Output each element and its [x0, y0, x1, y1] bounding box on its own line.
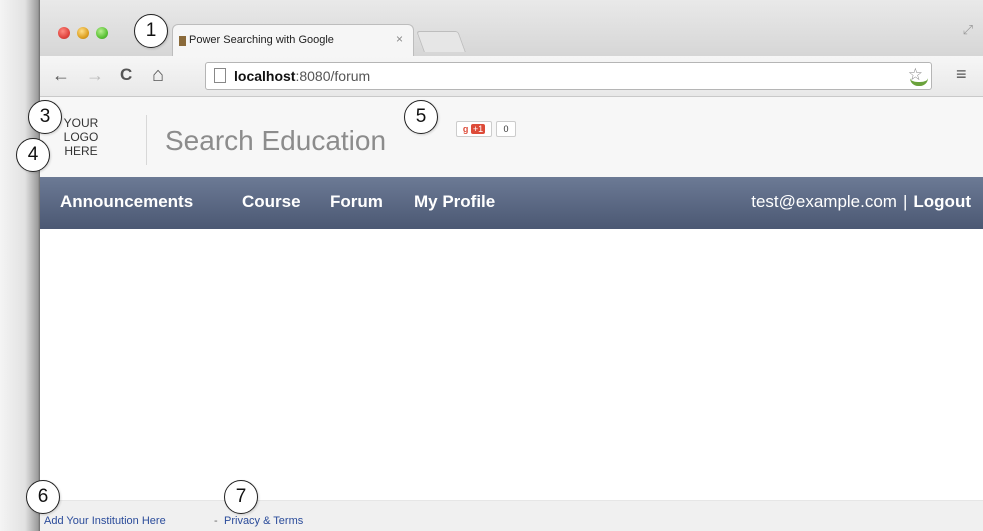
back-icon[interactable]: ← — [52, 63, 70, 87]
url-path: :8080/forum — [295, 68, 371, 84]
site-title: Search Education — [165, 125, 387, 156]
google-plus-icon: g — [462, 124, 469, 134]
extension-icon[interactable] — [910, 68, 928, 86]
page-icon — [214, 68, 226, 83]
browser-toolbar: ← → C ⌂ localhost:8080/forum ☆ ≡ — [40, 56, 983, 97]
logo-line: HERE — [64, 144, 98, 158]
header-divider — [146, 115, 147, 165]
nav-item-announcements[interactable]: Announcements — [60, 192, 193, 212]
favicon-icon — [179, 36, 186, 46]
close-window-button[interactable] — [58, 27, 70, 39]
new-tab-button[interactable] — [416, 31, 466, 52]
plus-one-count: 0 — [496, 121, 516, 137]
reload-icon[interactable]: C — [120, 63, 132, 87]
page-footer: Add Your Institution Here - Privacy & Te… — [40, 500, 983, 531]
page-header: YOUR LOGO HERE Search Education g +1 0 — [40, 97, 983, 177]
minimize-window-button[interactable] — [77, 27, 89, 39]
maximize-window-button[interactable] — [96, 27, 108, 39]
nav-item-course[interactable]: Course — [242, 192, 301, 212]
fullscreen-icon[interactable]: ⤢ — [963, 22, 973, 38]
logo-line: LOGO — [63, 130, 99, 144]
callout-5: 5 — [404, 100, 438, 134]
logout-link[interactable]: Logout — [913, 192, 971, 211]
tab-active[interactable]: Power Searching with Google × — [172, 24, 414, 57]
tab-close-icon[interactable]: × — [396, 32, 403, 46]
privacy-terms-link[interactable]: Privacy & Terms — [224, 515, 303, 527]
browser-window: Power Searching with Google × ⤢ ← → C ⌂ … — [40, 0, 983, 531]
nav-separator: | — [902, 192, 908, 211]
plus-one-label: +1 — [470, 124, 486, 134]
callout-6: 6 — [26, 480, 60, 514]
callout-7: 7 — [224, 480, 258, 514]
url-text: localhost:8080/forum — [234, 68, 370, 84]
google-plus-button[interactable]: g +1 — [456, 121, 492, 137]
address-bar[interactable]: localhost:8080/forum ☆ — [205, 62, 932, 90]
forward-icon[interactable]: → — [86, 63, 104, 87]
url-host: localhost — [234, 68, 296, 84]
callout-4: 4 — [16, 138, 50, 172]
footer-separator: - — [214, 515, 218, 527]
institution-link[interactable]: Add Your Institution Here — [44, 515, 166, 527]
nav-item-forum[interactable]: Forum — [330, 192, 383, 212]
nav-item-my-profile[interactable]: My Profile — [414, 192, 495, 212]
tab-bar: Power Searching with Google × ⤢ — [40, 0, 983, 57]
callout-3: 3 — [28, 100, 62, 134]
user-area: test@example.com | Logout — [751, 192, 971, 212]
callout-1: 1 — [134, 14, 168, 48]
window-shadow — [0, 0, 40, 531]
menu-icon[interactable]: ≡ — [956, 64, 967, 85]
user-email: test@example.com — [751, 192, 897, 211]
nav-bar: Announcements Course Forum My Profile te… — [40, 177, 983, 229]
tab-title: Power Searching with Google — [189, 34, 334, 46]
home-icon[interactable]: ⌂ — [152, 63, 164, 87]
